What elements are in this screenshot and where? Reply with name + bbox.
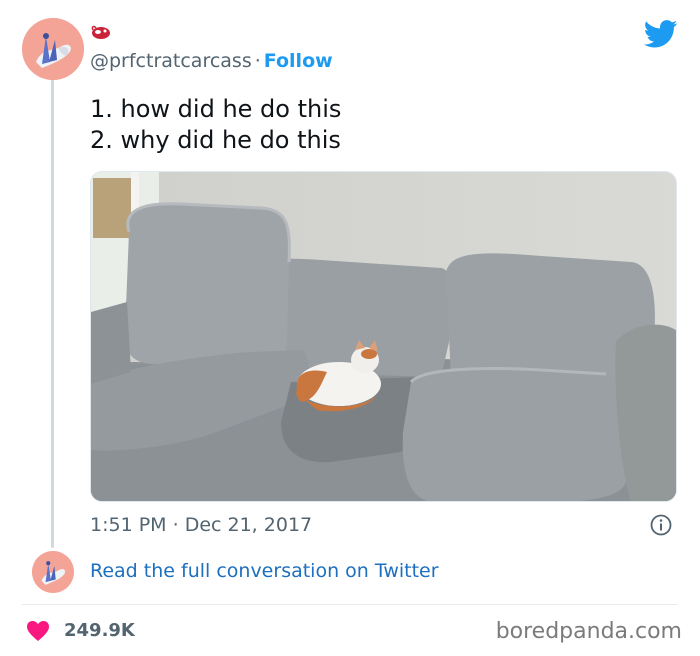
heart-icon[interactable] [26,620,50,642]
follow-button[interactable]: Follow [264,50,333,72]
tweet-line-2: 2. why did he do this [90,126,341,154]
tweet-text: 1. how did he do this 2. why did he do t… [90,94,341,156]
site-watermark: boredpanda.com [495,619,682,644]
like-count: 249.9K [64,620,135,641]
author-handle[interactable]: @prfctratcarcass [90,50,252,72]
tweet-date: Dec 21, 2017 [184,514,313,536]
twitter-bird-icon[interactable] [643,20,678,48]
read-conversation-link[interactable]: Read the full conversation on Twitter [90,560,439,582]
tweet-timestamp[interactable]: 1:51 PM · Dec 21, 2017 [90,514,312,536]
rat-emoji-icon [90,24,112,40]
divider [22,604,678,605]
separator-dot: · [172,514,179,536]
separator-dot: · [254,50,261,72]
tweet-time: 1:51 PM [90,514,167,536]
avatar[interactable] [22,18,84,80]
info-icon[interactable] [650,514,672,536]
tweet-photo[interactable] [90,171,677,502]
reply-avatar[interactable] [32,551,74,593]
thread-connector-line [51,78,54,548]
author-line: @prfctratcarcass · Follow [90,50,333,72]
tweet-line-1: 1. how did he do this [90,95,342,123]
